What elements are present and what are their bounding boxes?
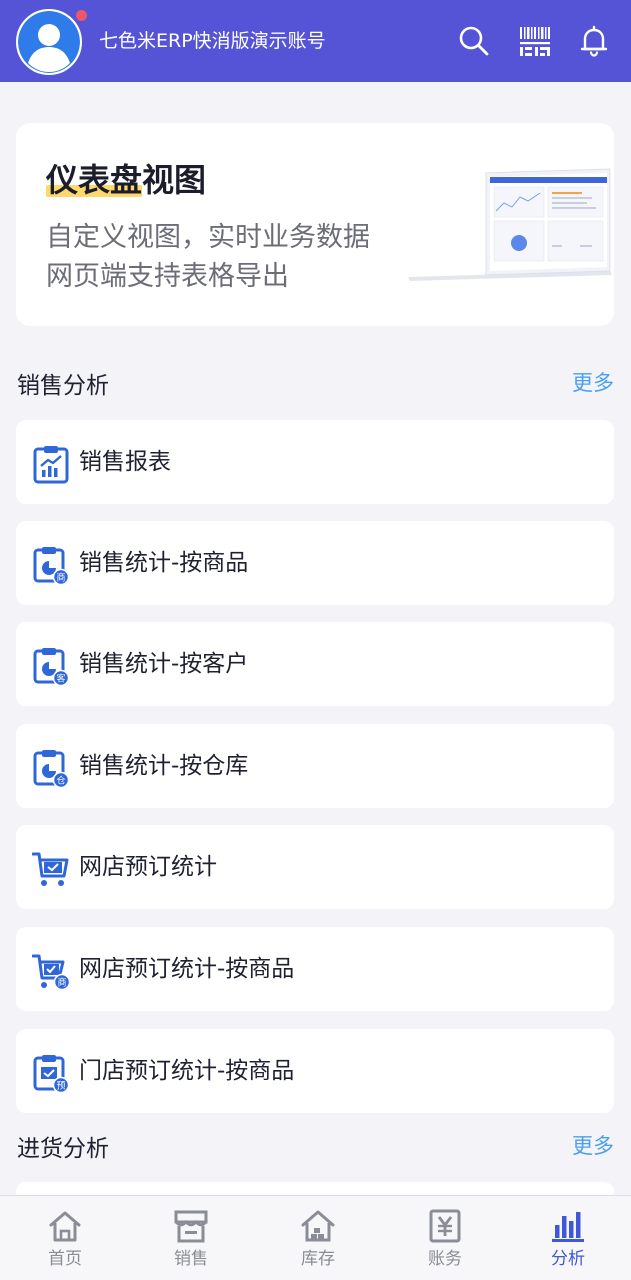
purchase-section-title: 进货分析 (17, 1136, 109, 1162)
list-item-sales-by-warehouse[interactable]: 仓 销售统计-按仓库 (16, 724, 614, 808)
bell-icon[interactable] (576, 23, 612, 59)
list-item-label: 网店预订统计 (79, 854, 217, 880)
list-item-label: 网店预订统计-按商品 (79, 956, 295, 982)
stats-by-customer-icon: 客 (32, 646, 70, 686)
warehouse-icon (300, 1208, 336, 1244)
list-item-online-store-booking[interactable]: 网店预订统计 (16, 825, 614, 909)
sales-section-title: 销售分析 (17, 373, 109, 399)
sales-more-link[interactable]: 更多 (572, 369, 614, 397)
list-item-store-booking-by-product[interactable]: 预 门店预订统计-按商品 (16, 1029, 614, 1113)
cart-icon (32, 849, 70, 889)
svg-text:商: 商 (57, 977, 66, 989)
tab-label: 销售 (174, 1249, 208, 1269)
bottom-tab-bar: 首页 销售 库存 账务 分析 (0, 1195, 631, 1280)
svg-text:商: 商 (56, 572, 65, 584)
list-item-label: 门店预订统计-按商品 (79, 1058, 295, 1084)
svg-text:预: 预 (56, 1081, 65, 1092)
banner-line-2: 网页端支持表格导出 (46, 261, 289, 292)
tab-inventory[interactable]: 库存 (255, 1196, 381, 1280)
list-item-online-store-booking-by-product[interactable]: 商 网店预订统计-按商品 (16, 927, 614, 1011)
store-booking-icon: 预 (32, 1053, 70, 1093)
tab-label: 账务 (428, 1249, 462, 1269)
user-avatar-icon (18, 11, 80, 73)
tab-label: 首页 (48, 1249, 82, 1269)
banner-title: 仪表盘视图 (46, 161, 207, 199)
home-icon (47, 1208, 83, 1244)
list-item-sales-report[interactable]: 销售报表 (16, 420, 614, 504)
banner-line-1: 自定义视图，实时业务数据 (46, 222, 370, 253)
tab-home[interactable]: 首页 (2, 1196, 128, 1280)
stats-by-product-icon: 商 (32, 545, 70, 585)
laptop-dashboard-illustration (408, 168, 612, 281)
list-item-sales-by-customer[interactable]: 客 销售统计-按客户 (16, 622, 614, 706)
dashboard-banner[interactable]: 仪表盘视图 自定义视图，实时业务数据 网页端支持表格导出 (16, 123, 614, 326)
svg-text:客: 客 (56, 673, 65, 685)
barcode-scan-icon[interactable] (517, 23, 553, 59)
tab-sales[interactable]: 销售 (128, 1196, 254, 1280)
tab-finance[interactable]: 账务 (382, 1196, 508, 1280)
report-chart-icon (32, 444, 70, 484)
shop-icon (173, 1208, 209, 1244)
yuan-ledger-icon (427, 1208, 463, 1244)
list-item-label: 销售统计-按客户 (79, 651, 249, 677)
account-name[interactable]: 七色米ERP快消版演示账号 (99, 29, 326, 53)
list-item-label: 销售统计-按仓库 (79, 753, 249, 779)
notification-dot (74, 8, 89, 23)
search-icon[interactable] (456, 23, 492, 59)
bar-chart-icon (550, 1208, 586, 1244)
tab-label: 库存 (301, 1249, 335, 1269)
stats-by-warehouse-icon: 仓 (32, 748, 70, 788)
tab-label: 分析 (551, 1249, 585, 1269)
list-item-label: 销售报表 (79, 449, 171, 475)
avatar[interactable] (16, 9, 82, 75)
list-item-label: 销售统计-按商品 (79, 550, 249, 576)
svg-text:仓: 仓 (56, 775, 65, 787)
purchase-more-link[interactable]: 更多 (572, 1132, 614, 1160)
list-item-sales-by-product[interactable]: 商 销售统计-按商品 (16, 521, 614, 605)
tab-analysis[interactable]: 分析 (505, 1196, 631, 1280)
cart-by-product-icon: 商 (32, 951, 70, 991)
app-header: 七色米ERP快消版演示账号 (0, 0, 631, 82)
